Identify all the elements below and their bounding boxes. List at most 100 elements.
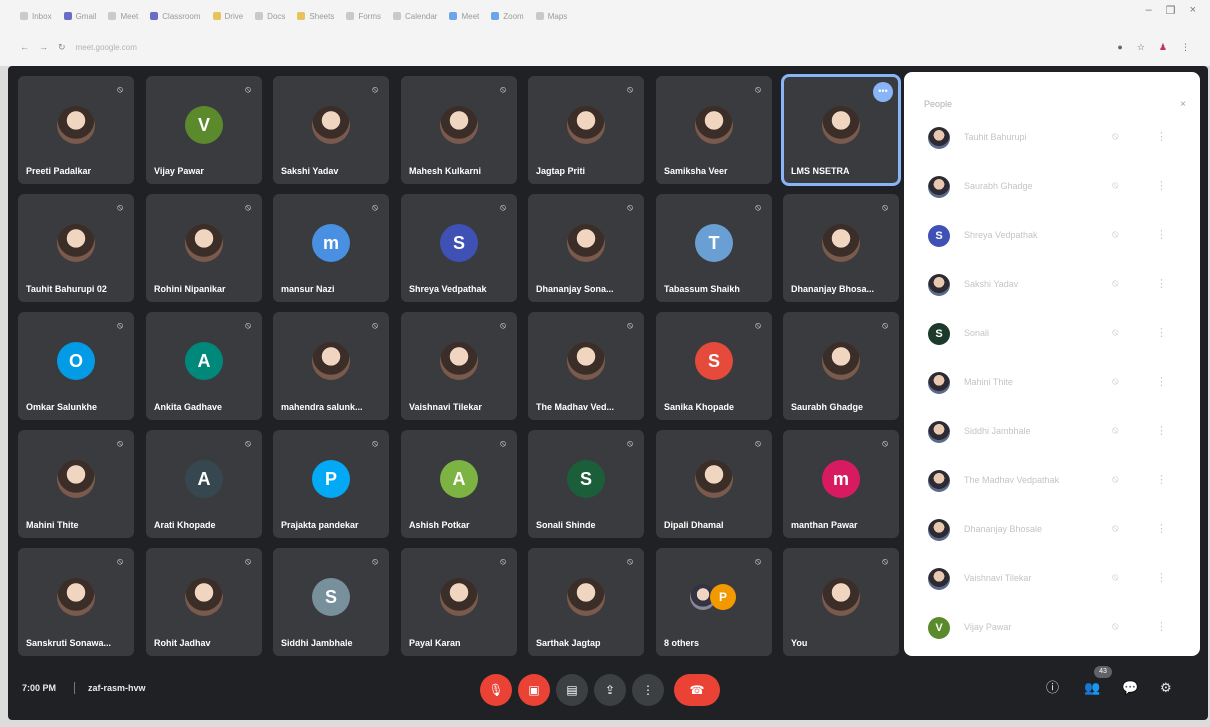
more-vert-icon[interactable]: ⋮ <box>1156 473 1167 486</box>
browser-tab[interactable]: Meet <box>449 9 479 23</box>
more-vert-icon[interactable]: ⋮ <box>1156 424 1167 437</box>
people-list-item[interactable]: Dhananjay Bhosale ⦸ ⋮ <box>904 510 1200 550</box>
participant-tile[interactable]: ⦸ Mahini Thite <box>18 430 134 538</box>
participant-tile[interactable]: ⦸ P Prajakta pandekar <box>273 430 389 538</box>
profile-icon[interactable]: ♟ <box>1159 42 1167 53</box>
participant-tile[interactable]: ⦸ You <box>783 548 899 656</box>
chat-icon[interactable]: 💬 <box>1122 680 1138 696</box>
participant-tile[interactable]: ••• LMS NSETRA <box>781 74 901 186</box>
mic-muted-icon[interactable]: ⦸ <box>1112 523 1119 534</box>
close-icon[interactable]: × <box>1190 4 1196 17</box>
browser-tab[interactable]: Forms <box>346 9 381 23</box>
people-list-item[interactable]: Sakshi Yadav ⦸ ⋮ <box>904 265 1200 305</box>
activities-icon[interactable]: ⚙ <box>1160 680 1172 696</box>
browser-tab[interactable]: Drive <box>212 9 243 23</box>
end-call-button[interactable]: ☎ <box>674 674 720 706</box>
more-vert-icon[interactable]: ⋮ <box>1156 130 1167 143</box>
browser-tab[interactable]: Inbox <box>20 9 52 23</box>
participant-tile[interactable]: ⦸ O Omkar Salunkhe <box>18 312 134 420</box>
browser-tab[interactable]: Classroom <box>150 9 201 23</box>
participant-tile[interactable]: ⦸ Sarthak Jagtap <box>528 548 644 656</box>
participant-tile[interactable]: ⦸ Dhananjay Sona... <box>528 194 644 302</box>
participant-tile[interactable]: ⦸ Saurabh Ghadge <box>783 312 899 420</box>
people-list-item[interactable]: Vaishnavi Tilekar ⦸ ⋮ <box>904 559 1200 599</box>
participant-tile[interactable]: ⦸ V Vijay Pawar <box>146 76 262 184</box>
participant-tile[interactable]: ⦸ S Siddhi Jambhale <box>273 548 389 656</box>
participant-tile[interactable]: ⦸ Samiksha Veer <box>656 76 772 184</box>
camera-button[interactable]: ▣ <box>518 674 550 706</box>
mic-muted-icon[interactable]: ⦸ <box>1112 180 1119 191</box>
people-list-item[interactable]: S Shreya Vedpathak ⦸ ⋮ <box>904 216 1200 256</box>
more-vert-icon[interactable]: ⋮ <box>1156 326 1167 339</box>
browser-tab[interactable]: Docs <box>255 9 285 23</box>
minimize-icon[interactable]: – <box>1146 4 1152 17</box>
participant-tile[interactable]: ⦸ m manthan Pawar <box>783 430 899 538</box>
browser-tab[interactable]: Sheets <box>297 9 334 23</box>
restore-icon[interactable]: ❐ <box>1166 4 1176 17</box>
people-list-item[interactable]: Siddhi Jambhale ⦸ ⋮ <box>904 412 1200 452</box>
browser-tab[interactable]: Gmail <box>63 9 96 23</box>
mic-muted-icon[interactable]: ⦸ <box>1112 327 1119 338</box>
participant-tile[interactable]: ⦸ S Sanika Khopade <box>656 312 772 420</box>
present-button[interactable]: ⇪ <box>594 674 626 706</box>
mic-muted-icon[interactable]: ⦸ <box>1112 572 1119 583</box>
participant-tile[interactable]: ⦸ T Tabassum Shaikh <box>656 194 772 302</box>
participant-tile[interactable]: ⦸ m mansur Nazi <box>273 194 389 302</box>
url-field[interactable]: meet.google.com <box>76 43 137 52</box>
more-vert-icon[interactable]: ⋮ <box>1156 522 1167 535</box>
participant-tile[interactable]: ⦸ Tauhit Bahurupi 02 <box>18 194 134 302</box>
browser-tab[interactable]: Calendar <box>392 9 437 23</box>
participant-tile[interactable]: ⦸ Preeti Padalkar <box>18 76 134 184</box>
participant-tile[interactable]: ⦸ Rohini Nipanikar <box>146 194 262 302</box>
browser-tab[interactable]: Maps <box>535 9 567 23</box>
participant-tile[interactable]: ⦸ Mahesh Kulkarni <box>401 76 517 184</box>
participant-tile[interactable]: ⦸ S Sonali Shinde <box>528 430 644 538</box>
mic-muted-icon[interactable]: ⦸ <box>1112 278 1119 289</box>
participant-tile[interactable]: ⦸ mahendra salunk... <box>273 312 389 420</box>
forward-icon[interactable]: → <box>39 42 48 52</box>
mic-muted-icon[interactable]: ⦸ <box>1112 425 1119 436</box>
close-panel-icon[interactable]: × <box>1180 99 1186 110</box>
more-vert-icon[interactable]: ⋮ <box>1156 375 1167 388</box>
mic-muted-icon[interactable]: ⦸ <box>1112 621 1119 632</box>
participant-tile[interactable]: ⦸ Rohit Jadhav <box>146 548 262 656</box>
mic-muted-icon[interactable]: ⦸ <box>1112 229 1119 240</box>
participant-tile[interactable]: ⦸ Dipali Dhamal <box>656 430 772 538</box>
mic-muted-icon[interactable]: ⦸ <box>1112 131 1119 142</box>
people-list-item[interactable]: S Sonali ⦸ ⋮ <box>904 314 1200 354</box>
more-vert-icon[interactable]: ⋮ <box>1156 277 1167 290</box>
more-vert-icon[interactable]: ⋮ <box>1156 228 1167 241</box>
people-list-item[interactable]: Mahini Thite ⦸ ⋮ <box>904 363 1200 403</box>
extension-icon[interactable]: ● <box>1117 42 1122 52</box>
participant-tile[interactable]: ⦸ Payal Karan <box>401 548 517 656</box>
star-icon[interactable]: ☆ <box>1137 42 1145 53</box>
participant-tile[interactable]: ⦸ S Shreya Vedpathak <box>401 194 517 302</box>
participant-tile[interactable]: ⦸ A Ankita Gadhave <box>146 312 262 420</box>
participant-tile[interactable]: ⦸ A Arati Khopade <box>146 430 262 538</box>
more-vert-icon[interactable]: ⋮ <box>1156 571 1167 584</box>
participant-tile[interactable]: ⦸ Sakshi Yadav <box>273 76 389 184</box>
people-list-item[interactable]: Tauhit Bahurupi ⦸ ⋮ <box>904 118 1200 158</box>
browser-tab[interactable]: Meet <box>108 9 138 23</box>
people-list-item[interactable]: The Madhav Vedpathak ⦸ ⋮ <box>904 461 1200 501</box>
browser-tab[interactable]: Zoom <box>491 9 524 23</box>
participant-tile[interactable]: ⦸ P 8 others <box>656 548 772 656</box>
mic-button[interactable]: 🎙 <box>480 674 512 706</box>
participant-tile[interactable]: ⦸ Dhananjay Bhosa... <box>783 194 899 302</box>
people-icon[interactable]: 👥 <box>1084 680 1100 696</box>
more-options-button[interactable]: ⋮ <box>632 674 664 706</box>
more-vert-icon[interactable]: ⋮ <box>1156 620 1167 633</box>
mic-muted-icon[interactable]: ⦸ <box>1112 474 1119 485</box>
participant-tile[interactable]: ⦸ A Ashish Potkar <box>401 430 517 538</box>
people-list-item[interactable]: Saurabh Ghadge ⦸ ⋮ <box>904 167 1200 207</box>
participant-tile[interactable]: ⦸ Vaishnavi Tilekar <box>401 312 517 420</box>
people-list-item[interactable]: V Vijay Pawar ⦸ ⋮ <box>904 608 1200 648</box>
participant-tile[interactable]: ⦸ Sanskruti Sonawa... <box>18 548 134 656</box>
mic-muted-icon[interactable]: ⦸ <box>1112 376 1119 387</box>
back-icon[interactable]: ← <box>20 42 29 52</box>
info-icon[interactable]: ⓘ <box>1046 680 1059 696</box>
participant-tile[interactable]: ⦸ The Madhav Ved... <box>528 312 644 420</box>
menu-icon[interactable]: ⋮ <box>1181 42 1190 53</box>
reload-icon[interactable]: ↻ <box>58 42 66 53</box>
more-vert-icon[interactable]: ⋮ <box>1156 179 1167 192</box>
